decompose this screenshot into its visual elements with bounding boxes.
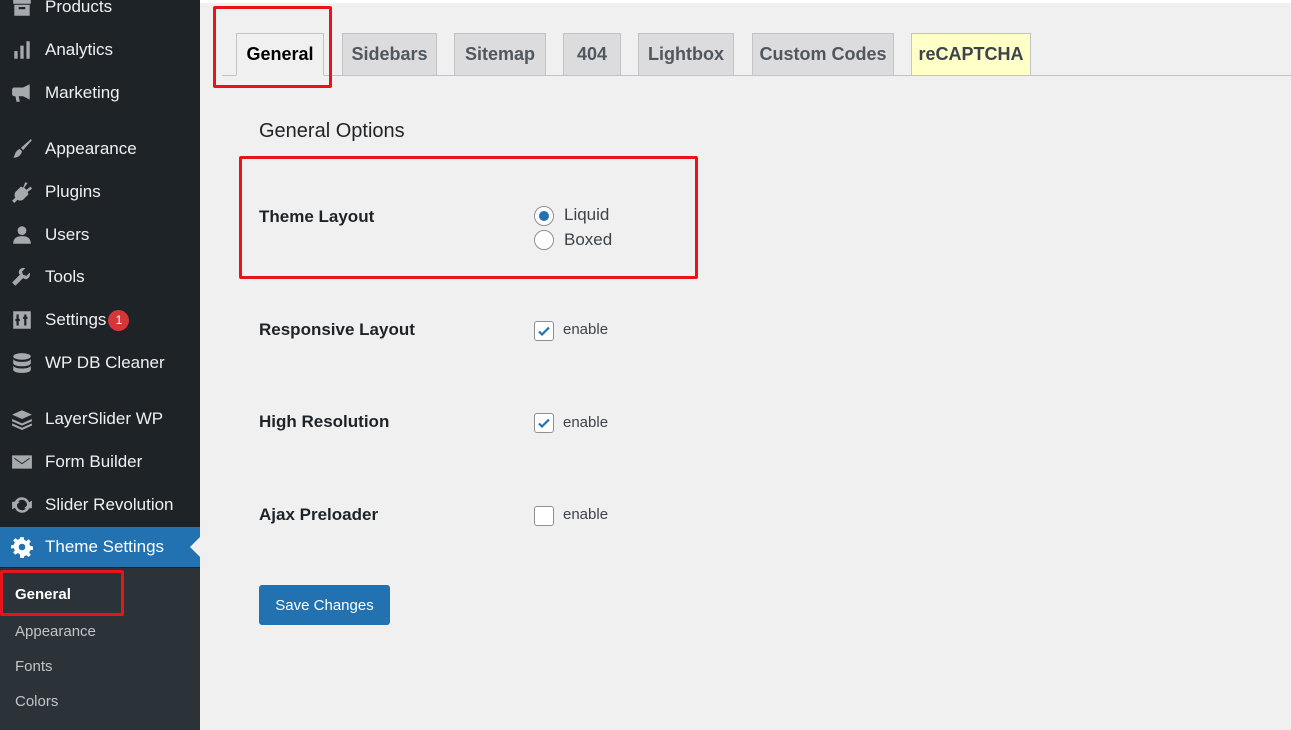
sidebar-item-label: Plugins	[45, 182, 101, 201]
sidebar-item-form-builder[interactable]: Form Builder	[0, 442, 200, 482]
sidebar-item-slider-revolution[interactable]: Slider Revolution	[0, 485, 200, 525]
sidebar-item-label: Products	[45, 0, 113, 16]
sidebar-item-label: Analytics	[45, 40, 114, 59]
responsive-layout-option[interactable]: enable	[563, 321, 608, 338]
megaphone-icon	[9, 82, 35, 104]
sidebar-item-label: LayerSlider WP	[45, 409, 164, 428]
ajax-preloader-label: Ajax Preloader	[259, 505, 379, 524]
sidebar-item-appearance[interactable]: Appearance	[0, 129, 200, 169]
tab-404[interactable]: 404	[563, 33, 621, 76]
sidebar-item-plugins[interactable]: Plugins	[0, 172, 200, 212]
section-heading: General Options	[259, 120, 405, 142]
checkmark-icon	[538, 418, 550, 429]
layers-icon	[9, 408, 35, 430]
top-strip	[200, 0, 1291, 3]
envelope-icon	[9, 451, 35, 473]
tab-custom-codes[interactable]: Custom Codes	[752, 33, 894, 76]
update-count-badge: 1	[108, 309, 130, 331]
tab-sitemap[interactable]: Sitemap	[454, 33, 546, 76]
sidebar-item-label: Settings	[45, 310, 107, 329]
sidebar-item-marketing[interactable]: Marketing	[0, 73, 200, 113]
user-icon	[9, 224, 35, 246]
theme-settings-submenu: General Appearance Fonts Colors	[0, 568, 200, 730]
sidebar-item-users[interactable]: Users	[0, 215, 200, 255]
tab-lightbox[interactable]: Lightbox	[638, 33, 734, 76]
sidebar-item-tools[interactable]: Tools	[0, 257, 200, 297]
archive-icon	[9, 0, 35, 18]
radio-liquid[interactable]	[534, 206, 554, 226]
paintbrush-icon	[9, 138, 35, 160]
checkmark-icon	[538, 326, 550, 337]
sidebar-item-theme-settings[interactable]: Theme Settings	[0, 527, 200, 567]
radio-boxed[interactable]	[534, 230, 554, 250]
sidebar-item-label: Users	[45, 225, 90, 244]
sidebar-item-label: WP DB Cleaner	[45, 353, 165, 372]
plug-icon	[9, 181, 35, 203]
save-changes-button[interactable]: Save Changes	[259, 585, 390, 625]
wrench-icon	[9, 266, 35, 288]
admin-sidebar: Products Analytics Marketing Appearance …	[0, 0, 200, 730]
sidebar-item-label: Appearance	[45, 139, 137, 158]
refresh-icon	[9, 494, 35, 516]
high-resolution-checkbox[interactable]	[534, 413, 554, 433]
sidebar-item-wp-db-cleaner[interactable]: WP DB Cleaner	[0, 343, 200, 383]
radio-boxed-label[interactable]: Boxed	[564, 230, 612, 250]
ajax-preloader-option[interactable]: enable	[563, 506, 608, 523]
radio-liquid-label[interactable]: Liquid	[564, 205, 609, 225]
active-menu-arrow	[190, 537, 200, 557]
sliders-icon	[9, 309, 35, 331]
sidebar-item-analytics[interactable]: Analytics	[0, 30, 200, 70]
sidebar-item-products[interactable]: Products	[0, 0, 200, 27]
sidebar-item-label: Theme Settings	[45, 537, 165, 556]
sidebar-item-settings[interactable]: Settings 1	[0, 300, 200, 340]
submenu-item-general[interactable]: General	[15, 586, 71, 603]
high-resolution-label: High Resolution	[259, 412, 390, 431]
tab-recaptcha[interactable]: reCAPTCHA	[911, 33, 1031, 76]
ajax-preloader-checkbox[interactable]	[534, 506, 554, 526]
sidebar-item-label: Tools	[45, 267, 85, 286]
high-resolution-option[interactable]: enable	[563, 414, 608, 431]
submenu-item-fonts[interactable]: Fonts	[15, 658, 53, 675]
sidebar-item-layerslider[interactable]: LayerSlider WP	[0, 399, 200, 439]
sidebar-item-label: Form Builder	[45, 452, 143, 471]
tab-sidebars[interactable]: Sidebars	[342, 33, 437, 76]
responsive-layout-label: Responsive Layout	[259, 320, 415, 339]
sidebar-item-label: Slider Revolution	[45, 495, 174, 514]
database-icon	[9, 352, 35, 374]
responsive-layout-checkbox[interactable]	[534, 321, 554, 341]
tab-general[interactable]: General	[236, 33, 324, 76]
theme-layout-label: Theme Layout	[259, 207, 375, 226]
sidebar-item-label: Marketing	[45, 83, 120, 102]
gear-icon	[9, 536, 35, 558]
bar-chart-icon	[9, 39, 35, 61]
submenu-item-colors[interactable]: Colors	[15, 693, 58, 710]
submenu-item-appearance[interactable]: Appearance	[15, 623, 96, 640]
